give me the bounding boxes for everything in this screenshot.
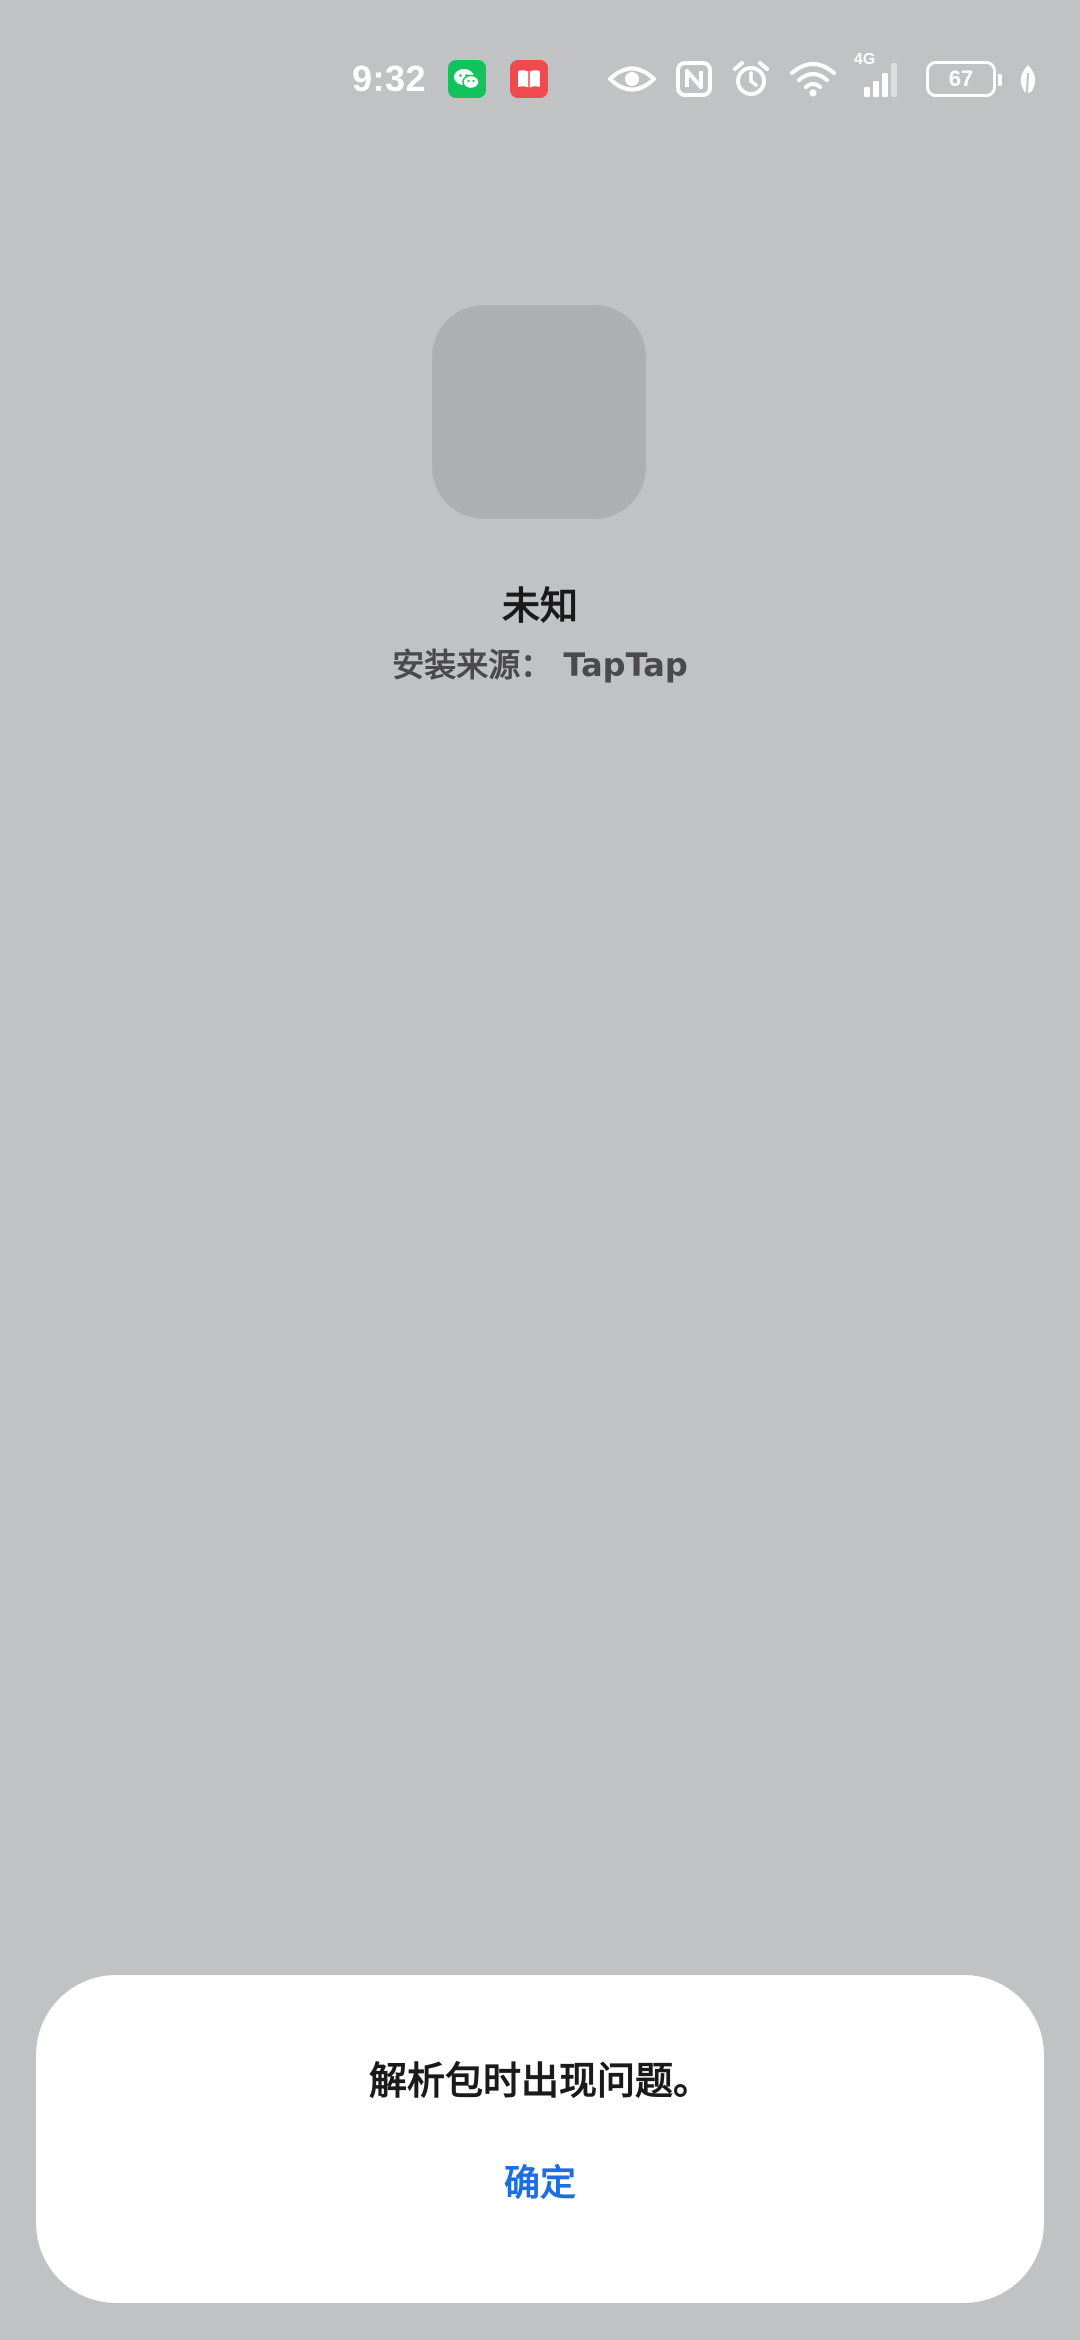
status-bar-left: 9:32 — [352, 54, 549, 104]
battery-icon: 67 — [926, 61, 1002, 97]
dialog-message: 解析包时出现问题。 — [368, 2059, 711, 2103]
nfc-icon — [676, 61, 712, 97]
app-icon-placeholder — [432, 305, 646, 519]
confirm-button[interactable]: 确定 — [440, 2145, 640, 2215]
install-source-label: 安装来源： — [392, 646, 553, 684]
reader-app-icon — [510, 60, 549, 98]
error-dialog: 解析包时出现问题。 确定 — [36, 1975, 1044, 2303]
install-source-value: TapTap — [563, 646, 688, 684]
alarm-icon — [732, 60, 770, 98]
status-bar: 9:32 4G 67 — [0, 0, 1080, 150]
app-name: 未知 — [501, 584, 578, 628]
status-bar-right: 4G 67 — [608, 51, 1040, 104]
battery-level: 67 — [948, 66, 974, 91]
wifi-icon — [790, 61, 836, 97]
wechat-icon — [448, 60, 487, 98]
eye-icon — [608, 64, 656, 94]
leaf-icon — [1016, 63, 1040, 95]
network-type-label: 4G — [854, 51, 876, 68]
cellular-signal-icon: 4G — [854, 51, 906, 99]
status-time: 9:32 — [352, 58, 427, 99]
install-source: 安装来源： TapTap — [0, 640, 1080, 686]
